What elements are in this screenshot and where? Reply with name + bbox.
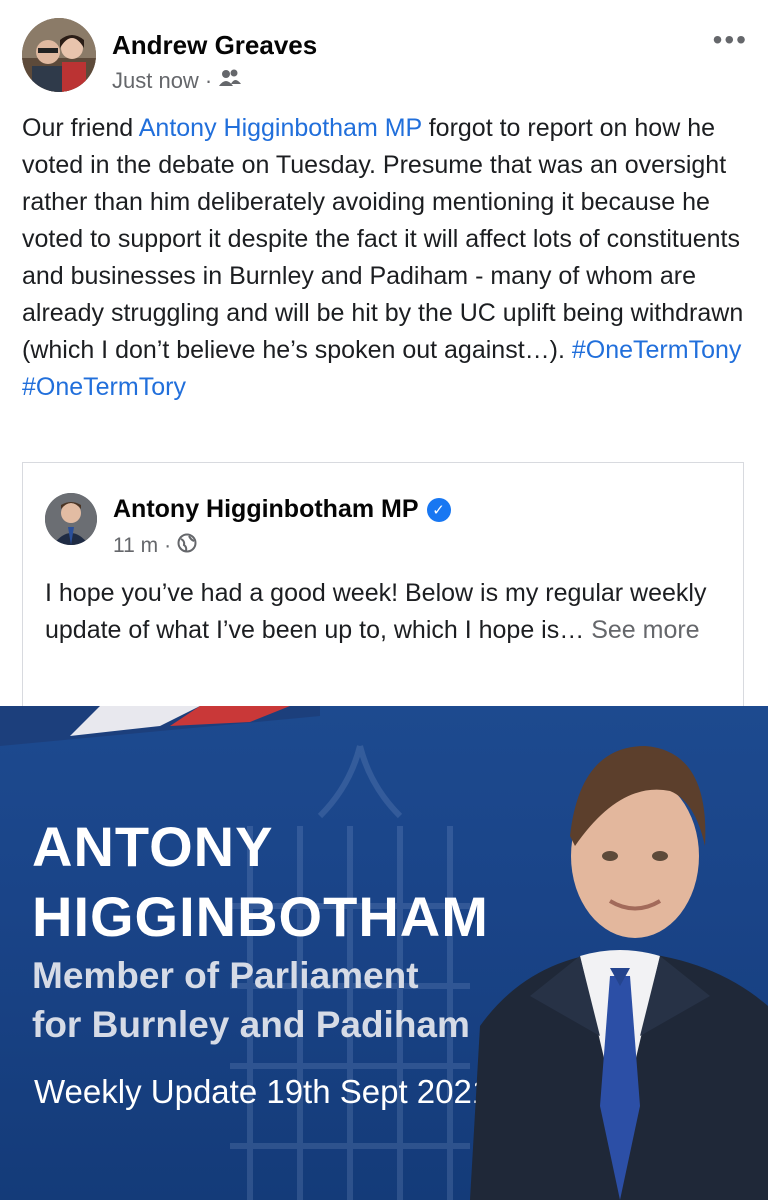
mention-link[interactable]: Antony Higginbotham MP [139, 114, 422, 142]
more-options-icon[interactable]: ••• [713, 24, 748, 56]
banner-name-line2: HIGGINBOTHAM [32, 885, 489, 948]
author-avatar[interactable] [22, 18, 96, 92]
dot-separator: · [164, 534, 172, 557]
friends-icon [218, 68, 242, 94]
shared-author-avatar[interactable] [45, 493, 97, 545]
hashtag-link[interactable]: #OneTermTony [572, 336, 742, 364]
banner-name-line1: ANTONY [32, 815, 274, 878]
post-time[interactable]: Just now [112, 68, 199, 94]
banner-subtitle-line1: Member of Parliament [32, 955, 419, 996]
banner-subtitle-line2: for Burnley and Padiham [32, 1004, 470, 1045]
shared-body: I hope you’ve had a good week! Below is … [45, 575, 725, 649]
see-more-link[interactable]: See more [591, 616, 699, 644]
hashtag-link[interactable]: #OneTermTory [22, 373, 186, 401]
mp-portrait [470, 746, 768, 1200]
shared-author: Antony Higginbotham MP ✓ [113, 495, 451, 524]
shared-time[interactable]: 11 m [113, 534, 158, 558]
post-meta: Just now · [112, 68, 242, 94]
shared-author-name[interactable]: Antony Higginbotham MP [113, 495, 419, 524]
banner-weekly-update: Weekly Update 19th Sept 2021 [34, 1073, 491, 1110]
globe-icon [177, 533, 197, 559]
shared-meta: 11 m · [113, 533, 197, 559]
post-body: Our friend Antony Higginbotham MP forgot… [22, 110, 746, 406]
post-text-rest: forgot to report on how he voted in the … [22, 114, 744, 364]
post-text-start: Our friend [22, 114, 139, 142]
post-header: Andrew Greaves Just now · ••• [22, 16, 752, 96]
verified-badge-icon: ✓ [426, 497, 451, 522]
author-name[interactable]: Andrew Greaves [112, 30, 317, 61]
dot-separator: · [204, 68, 213, 93]
